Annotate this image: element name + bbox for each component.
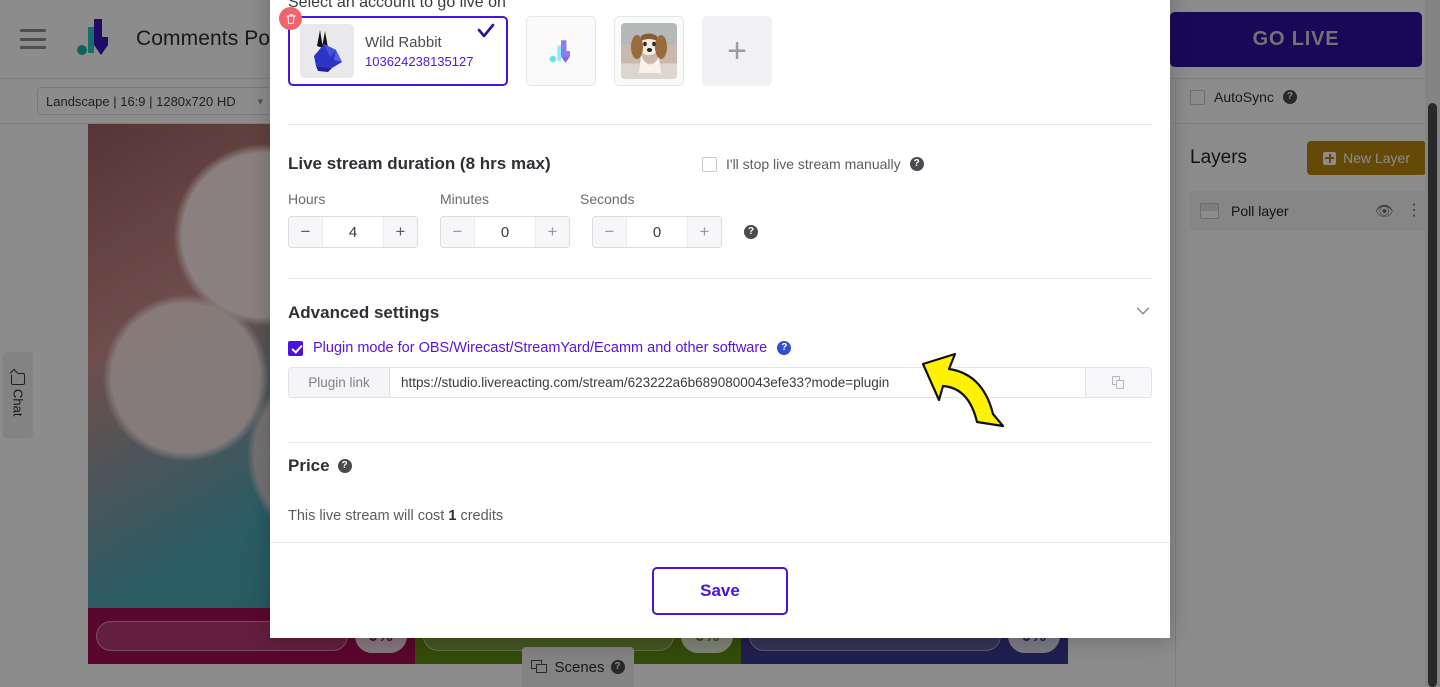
duration-section-title: Live stream duration (8 hrs max) — [288, 154, 551, 174]
minutes-stepper[interactable]: − 0 + — [440, 216, 570, 248]
plugin-link-input[interactable]: https://studio.livereacting.com/stream/6… — [390, 368, 1085, 397]
account-info: Wild Rabbit 103624238135127 — [365, 34, 473, 69]
accounts-section-title: Select an account to go live on — [288, 0, 506, 12]
accounts-row: Wild Rabbit 103624238135127 — [288, 16, 772, 86]
seconds-stepper[interactable]: − 0 + — [592, 216, 722, 248]
price-description: This live stream will cost 1 credits — [288, 508, 503, 524]
help-icon[interactable]: ? — [910, 157, 924, 171]
chevron-down-icon[interactable] — [1134, 302, 1152, 325]
help-icon[interactable]: ? — [338, 459, 352, 473]
seconds-value[interactable]: 0 — [627, 217, 687, 247]
account-tile-livereacting[interactable] — [526, 16, 596, 86]
modal-footer: Save — [270, 542, 1170, 638]
minutes-label: Minutes — [440, 191, 489, 207]
manual-stop-checkbox[interactable] — [702, 157, 717, 172]
plugin-mode-label: Plugin mode for OBS/Wirecast/StreamYard/… — [313, 340, 767, 356]
plugin-mode-row[interactable]: Plugin mode for OBS/Wirecast/StreamYard/… — [288, 340, 791, 356]
copy-icon — [1112, 376, 1125, 390]
hours-stepper[interactable]: − 4 + — [288, 216, 418, 248]
manual-stop-label: I'll stop live stream manually — [726, 156, 901, 172]
hours-value[interactable]: 4 — [323, 217, 383, 247]
minutes-increment-button[interactable]: + — [535, 217, 569, 247]
app-root: Comments Poll (vi GO LIVE Landscape | 16… — [0, 0, 1440, 687]
price-text-prefix: This live stream will cost — [288, 508, 448, 524]
minutes-value[interactable]: 0 — [475, 217, 535, 247]
hours-label: Hours — [288, 191, 325, 207]
account-id: 103624238135127 — [365, 54, 473, 69]
add-account-button[interactable]: + — [702, 16, 772, 86]
hours-increment-button[interactable]: + — [383, 217, 417, 247]
save-button[interactable]: Save — [652, 567, 788, 615]
divider — [288, 278, 1152, 279]
account-tile-dog[interactable] — [614, 16, 684, 86]
plugin-link-label: Plugin link — [289, 368, 390, 397]
plugin-mode-checkbox[interactable] — [288, 341, 303, 356]
account-card-selected[interactable]: Wild Rabbit 103624238135127 — [288, 16, 508, 86]
duration-spinners: − 4 + − 0 + − 0 + ? — [288, 216, 758, 248]
trash-icon[interactable] — [279, 7, 302, 30]
seconds-label: Seconds — [580, 191, 634, 207]
manual-stop-row[interactable]: I'll stop live stream manually ? — [702, 156, 924, 172]
avatar — [621, 23, 677, 79]
account-name: Wild Rabbit — [365, 34, 473, 51]
avatar — [300, 24, 354, 78]
price-section-title: Price ? — [288, 456, 352, 476]
help-icon[interactable]: ? — [744, 225, 758, 239]
help-icon[interactable]: ? — [777, 341, 791, 355]
divider — [288, 442, 1152, 443]
hours-decrement-button[interactable]: − — [289, 217, 323, 247]
minutes-decrement-button[interactable]: − — [441, 217, 475, 247]
plugin-link-row: Plugin link https://studio.livereacting.… — [288, 367, 1152, 398]
modal-body: Select an account to go live on — [270, 0, 1170, 542]
price-text-suffix: credits — [456, 508, 503, 524]
copy-link-button[interactable] — [1085, 368, 1151, 397]
advanced-settings-title: Advanced settings — [288, 303, 439, 323]
seconds-decrement-button[interactable]: − — [593, 217, 627, 247]
check-icon — [476, 22, 496, 48]
seconds-increment-button[interactable]: + — [687, 217, 721, 247]
divider — [288, 124, 1152, 125]
price-label: Price — [288, 456, 330, 476]
go-live-settings-modal: Select an account to go live on — [270, 0, 1170, 638]
